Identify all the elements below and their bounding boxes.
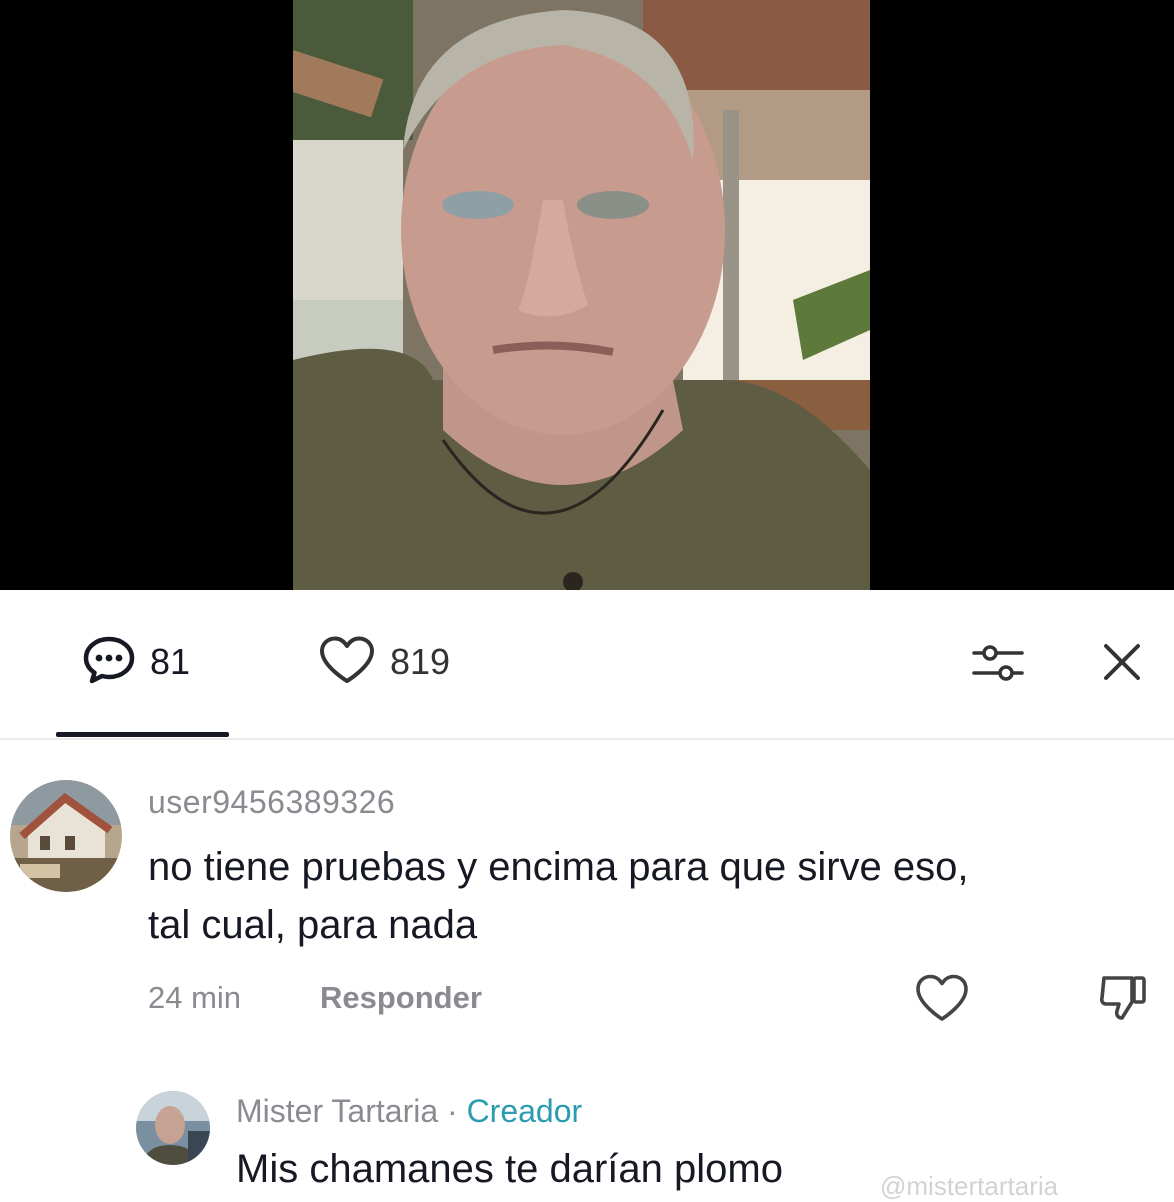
reply-author[interactable]: Mister Tartaria (236, 1093, 438, 1129)
comment-text-line: tal cual, para nada (148, 903, 478, 947)
like-comment-button[interactable] (914, 972, 970, 1024)
thumbs-down-icon (1096, 976, 1150, 1028)
reply-header: Mister Tartaria · Creador (236, 1093, 582, 1130)
comment-item: user9456389326 no tiene pruebas y encima… (0, 750, 1174, 1050)
filter-button[interactable] (970, 642, 1026, 684)
comments-sheet: 81 819 user9456389326 no tiene pruebas y… (0, 590, 1174, 1201)
likes-count: 819 (390, 641, 451, 682)
tab-comments[interactable]: 81 (82, 634, 190, 690)
dislike-comment-button[interactable] (1096, 970, 1150, 1024)
comments-count: 81 (150, 641, 191, 682)
comment-timestamp: 24 min (148, 980, 242, 1015)
separator: · (438, 1093, 467, 1129)
close-icon (1098, 644, 1146, 690)
sliders-icon (970, 645, 1026, 688)
comments-tab-bar: 81 819 (0, 590, 1174, 740)
video-player[interactable] (0, 0, 1174, 590)
close-button[interactable] (1098, 638, 1146, 686)
avatar[interactable] (10, 780, 122, 892)
watermark: @mistertartaria (880, 1171, 1059, 1201)
avatar[interactable] (136, 1091, 210, 1165)
heart-icon (318, 635, 376, 690)
tab-likes[interactable]: 819 (318, 634, 450, 690)
comment-text-line: no tiene pruebas y encima para que sirve… (148, 845, 969, 889)
tabs-divider (0, 738, 1174, 740)
video-frame[interactable] (293, 0, 870, 590)
reply-item: Mister Tartaria · Creador Mis chamanes t… (0, 1075, 1174, 1201)
comment-bubble-icon (82, 635, 136, 690)
reply-button[interactable]: Responder (320, 980, 482, 1016)
heart-outline-icon (914, 974, 970, 1028)
active-tab-indicator (56, 732, 229, 737)
reply-text: Mis chamanes te darían plomo (236, 1147, 783, 1191)
comment-text: no tiene pruebas y encima para que sirve… (148, 838, 1158, 954)
video-still-image (293, 0, 870, 590)
comment-username[interactable]: user9456389326 (148, 784, 395, 821)
creator-badge: Creador (466, 1093, 583, 1129)
